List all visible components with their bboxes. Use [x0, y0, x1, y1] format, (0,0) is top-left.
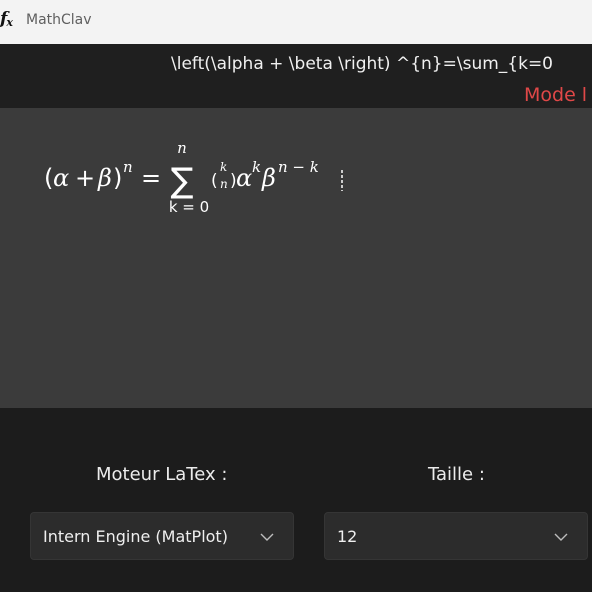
formula-equals: =	[141, 164, 161, 192]
rendered-formula: ( α + β ) n = n ∑ k = 0 ( k n ) α k β n …	[44, 139, 343, 216]
formula-exponent-n-minus-k: n − k	[278, 158, 319, 176]
formula-alpha-2: α	[236, 164, 252, 192]
formula-close-paren: )	[113, 164, 122, 192]
binom-open-paren: (	[211, 171, 218, 191]
fx-icon: fx	[0, 9, 13, 29]
sum-lower-limit: k = 0	[169, 198, 209, 216]
title-bar: fx MathClav	[0, 0, 592, 44]
engine-select[interactable]: Intern Engine (MatPlot)	[30, 512, 294, 560]
formula-plus: +	[75, 164, 95, 192]
mode-label: Mode l	[524, 84, 588, 106]
latex-source-text[interactable]: \left(\alpha + \beta \right) ^{n}=\sum_{…	[171, 54, 553, 74]
fx-icon-x: x	[6, 16, 12, 29]
size-select-value: 12	[337, 527, 358, 546]
size-label: Taille :	[428, 464, 485, 485]
formula-preview: ( α + β ) n = n ∑ k = 0 ( k n ) α k β n …	[0, 108, 592, 408]
sum-symbol: ∑	[171, 161, 194, 201]
engine-label: Moteur LaTex :	[96, 464, 228, 485]
formula-open-paren: (	[44, 164, 53, 192]
engine-select-value: Intern Engine (MatPlot)	[43, 527, 228, 546]
chevron-down-icon	[554, 533, 568, 541]
sum-upper-limit: n	[177, 139, 187, 157]
binom-top: k	[220, 160, 227, 174]
formula-alpha: α	[53, 164, 69, 192]
formula-beta-2: β	[261, 164, 276, 192]
latex-editor[interactable]: \left(\alpha + \beta \right) ^{n}=\sum_{…	[0, 44, 592, 108]
app-title: MathClav	[26, 12, 92, 28]
size-select[interactable]: 12	[324, 512, 588, 560]
formula-beta: β	[97, 164, 112, 192]
formula-exponent-k: k	[252, 158, 261, 176]
binom-bottom: n	[220, 177, 228, 191]
formula-exponent-n: n	[123, 158, 133, 176]
settings-panel: Moteur LaTex : Taille : Intern Engine (M…	[0, 408, 592, 592]
chevron-down-icon	[260, 533, 274, 541]
